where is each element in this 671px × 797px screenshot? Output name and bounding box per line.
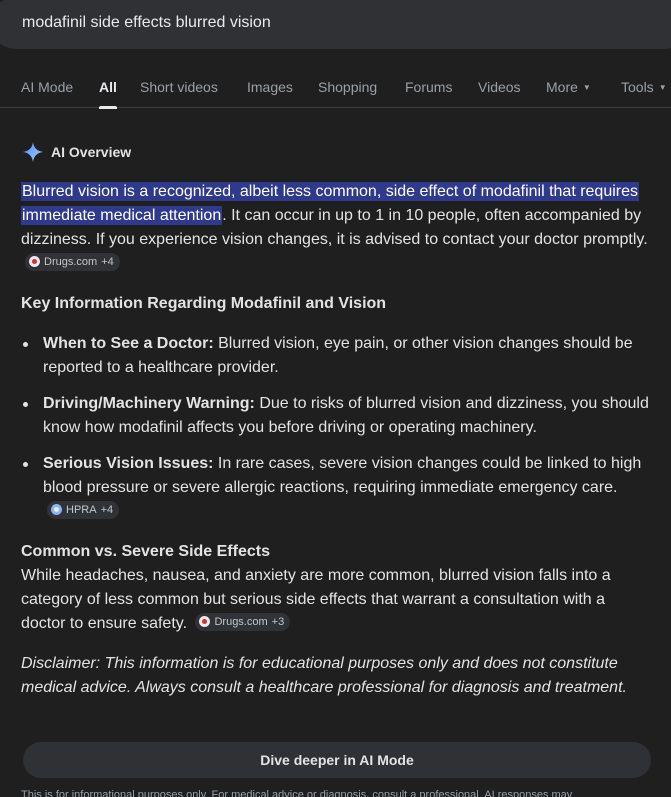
caret-down-icon: ▼ (582, 83, 591, 92)
disclaimer: Disclaimer: This information is for educ… (21, 655, 627, 696)
tab-more[interactable]: More ▼ (546, 79, 591, 95)
source-more: +4 (101, 255, 114, 268)
search-tabs: AI Mode All Short videos Images Shopping… (0, 66, 671, 109)
search-bar[interactable]: modafinil side effects blurred vision (0, 0, 671, 49)
tab-shopping[interactable]: Shopping (318, 79, 377, 95)
tab-more-label: More (546, 79, 578, 95)
source-more: +4 (100, 503, 114, 516)
ai-overview-header: AI Overview (22, 141, 131, 163)
source-name: Drugs.com (44, 255, 98, 268)
common-severe-heading: Common vs. Severe Side Effects (21, 543, 270, 560)
drugs-com-icon (199, 616, 211, 627)
source-name: Drugs.com (214, 615, 268, 628)
bullet-label: When to See a Doctor: (43, 335, 214, 352)
source-chip[interactable]: Drugs.com +4 (25, 252, 120, 271)
ai-overview-body: Blurred vision is a recognized, albeit l… (21, 180, 651, 700)
tab-short-videos[interactable]: Short videos (140, 79, 218, 95)
tab-all[interactable]: All (99, 79, 117, 109)
common-severe-text: While headaches, nausea, and anxiety are… (21, 567, 611, 632)
dive-deeper-button[interactable]: Dive deeper in AI Mode (23, 742, 651, 778)
sparkle-icon (22, 141, 44, 163)
tab-ai-mode[interactable]: AI Mode (21, 79, 73, 95)
tab-forums[interactable]: Forums (405, 79, 452, 95)
key-info-list: When to See a Doctor: Blurred vision, ey… (21, 332, 651, 524)
bullet-label: Driving/Machinery Warning: (43, 395, 255, 412)
tab-images[interactable]: Images (247, 79, 293, 95)
drugs-com-icon (29, 256, 40, 267)
source-name: HPRA (66, 503, 97, 516)
hpra-icon (51, 504, 62, 515)
common-severe-paragraph: While headaches, nausea, and anxiety are… (21, 564, 651, 636)
ai-overview-title: AI Overview (51, 144, 132, 160)
bullet-label: Serious Vision Issues: (43, 455, 214, 472)
source-more: +3 (271, 615, 285, 628)
list-item: When to See a Doctor: Blurred vision, ey… (21, 332, 651, 380)
list-item: Serious Vision Issues: In rare cases, se… (21, 452, 651, 524)
search-input[interactable]: modafinil side effects blurred vision (22, 14, 271, 32)
source-chip[interactable]: Drugs.com +3 (195, 612, 291, 631)
list-item: Driving/Machinery Warning: Due to risks … (21, 392, 651, 440)
tab-videos[interactable]: Videos (478, 79, 521, 95)
key-info-heading: Key Information Regarding Modafinil and … (21, 295, 387, 312)
tab-tools-label: Tools (621, 79, 654, 95)
intro-paragraph: Blurred vision is a recognized, albeit l… (21, 180, 651, 276)
tab-tools[interactable]: Tools ▼ (621, 79, 667, 95)
footer-note: This is for informational purposes only.… (21, 789, 573, 797)
source-chip[interactable]: HPRA +4 (47, 500, 120, 519)
caret-down-icon: ▼ (658, 83, 667, 92)
